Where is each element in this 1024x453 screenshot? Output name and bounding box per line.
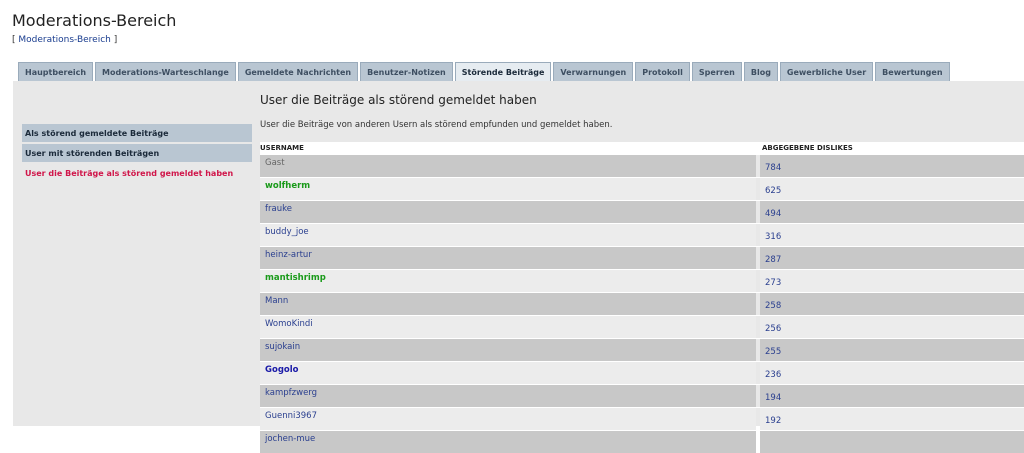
breadcrumb: [ Moderations-Bereich ]: [12, 35, 118, 45]
username-link[interactable]: Guenni3967: [260, 408, 756, 430]
table-row: Mann 258: [260, 292, 1024, 315]
users-table: USERNAME ABGEGEBENE DISLIKES Gast 784 wolf…: [260, 142, 1024, 453]
tab-blog[interactable]: Blog: [743, 62, 778, 81]
username-link[interactable]: jochen-mue: [260, 431, 756, 453]
dislikes-count: 273: [760, 270, 1024, 292]
table-row: WomoKindi 256: [260, 315, 1024, 338]
tab-bewertungen[interactable]: Bewertungen: [875, 62, 950, 81]
table-row: Guenni3967 192: [260, 407, 1024, 430]
table-row: frauke 494: [260, 200, 1024, 223]
username-link[interactable]: sujokain: [260, 339, 756, 361]
username-link[interactable]: wolfherm: [260, 178, 756, 200]
column-header-username: USERNAME: [260, 144, 304, 152]
tab-bar: Hauptbereich Moderations-Warteschlange G…: [18, 62, 950, 82]
tab-verwarnungen[interactable]: Verwarnungen: [553, 62, 634, 81]
tab-sperren[interactable]: Sperren: [691, 62, 742, 81]
table-row: wolfherm 625: [260, 177, 1024, 200]
username-link[interactable]: Mann: [260, 293, 756, 315]
dislikes-count: 258: [760, 293, 1024, 315]
username-link[interactable]: heinz-artur: [260, 247, 756, 269]
sidebar-item-user-meldend[interactable]: User die Beiträge als störend gemeldet h…: [22, 164, 252, 182]
dislikes-count: 194: [760, 385, 1024, 407]
tab-moderations-warteschlange[interactable]: Moderations-Warteschlange: [95, 62, 236, 81]
sidebar-item-user-mit-stoerenden-beitraegen[interactable]: User mit störenden Beiträgen: [22, 144, 252, 162]
dislikes-count: 784: [760, 155, 1024, 177]
username-link[interactable]: mantishrimp: [260, 270, 756, 292]
tab-benutzer-notizen[interactable]: Benutzer-Notizen: [360, 62, 453, 81]
breadcrumb-link[interactable]: Moderations-Bereich: [18, 35, 111, 45]
dislikes-count: 192: [760, 408, 1024, 430]
username-link[interactable]: WomoKindi: [260, 316, 756, 338]
section-title: User die Beiträge als störend gemeldet h…: [260, 93, 537, 107]
table-row: mantishrimp 273: [260, 269, 1024, 292]
table-row: Gogolo 236: [260, 361, 1024, 384]
dislikes-count: 255: [760, 339, 1024, 361]
page-title: Moderations-Bereich: [12, 11, 177, 30]
sidebar: Als störend gemeldete Beiträge User mit …: [22, 124, 252, 184]
username-link[interactable]: frauke: [260, 201, 756, 223]
table-body: Gast 784 wolfherm 625 frauke 494 buddy_joe 316 h…: [260, 154, 1024, 453]
dislikes-count: 236: [760, 362, 1024, 384]
table-row: jochen-mue: [260, 430, 1024, 453]
username-link[interactable]: kampfzwerg: [260, 385, 756, 407]
tab-protokoll[interactable]: Protokoll: [635, 62, 690, 81]
dislikes-count: [760, 431, 1024, 453]
username-link[interactable]: buddy_joe: [260, 224, 756, 246]
table-row: buddy_joe 316: [260, 223, 1024, 246]
dislikes-count: 494: [760, 201, 1024, 223]
username-link[interactable]: Gogolo: [260, 362, 756, 384]
table-header: USERNAME ABGEGEBENE DISLIKES: [260, 142, 1024, 154]
table-row: sujokain 255: [260, 338, 1024, 361]
dislikes-count: 316: [760, 224, 1024, 246]
username-link[interactable]: Gast: [260, 155, 756, 177]
dislikes-count: 256: [760, 316, 1024, 338]
column-header-dislikes: ABGEGEBENE DISLIKES: [762, 144, 853, 152]
section-description: User die Beiträge von anderen Usern als …: [260, 120, 613, 130]
table-row: Gast 784: [260, 154, 1024, 177]
tab-gewerbliche-user[interactable]: Gewerbliche User: [779, 62, 874, 81]
tab-hauptbereich[interactable]: Hauptbereich: [18, 62, 94, 81]
table-row: heinz-artur 287: [260, 246, 1024, 269]
tab-gemeldete-nachrichten[interactable]: Gemeldete Nachrichten: [237, 62, 359, 81]
dislikes-count: 287: [760, 247, 1024, 269]
sidebar-item-gemeldete-beitraege[interactable]: Als störend gemeldete Beiträge: [22, 124, 252, 142]
table-row: kampfzwerg 194: [260, 384, 1024, 407]
tab-stoerende-beitraege[interactable]: Störende Beiträge: [454, 62, 552, 82]
dislikes-count: 625: [760, 178, 1024, 200]
